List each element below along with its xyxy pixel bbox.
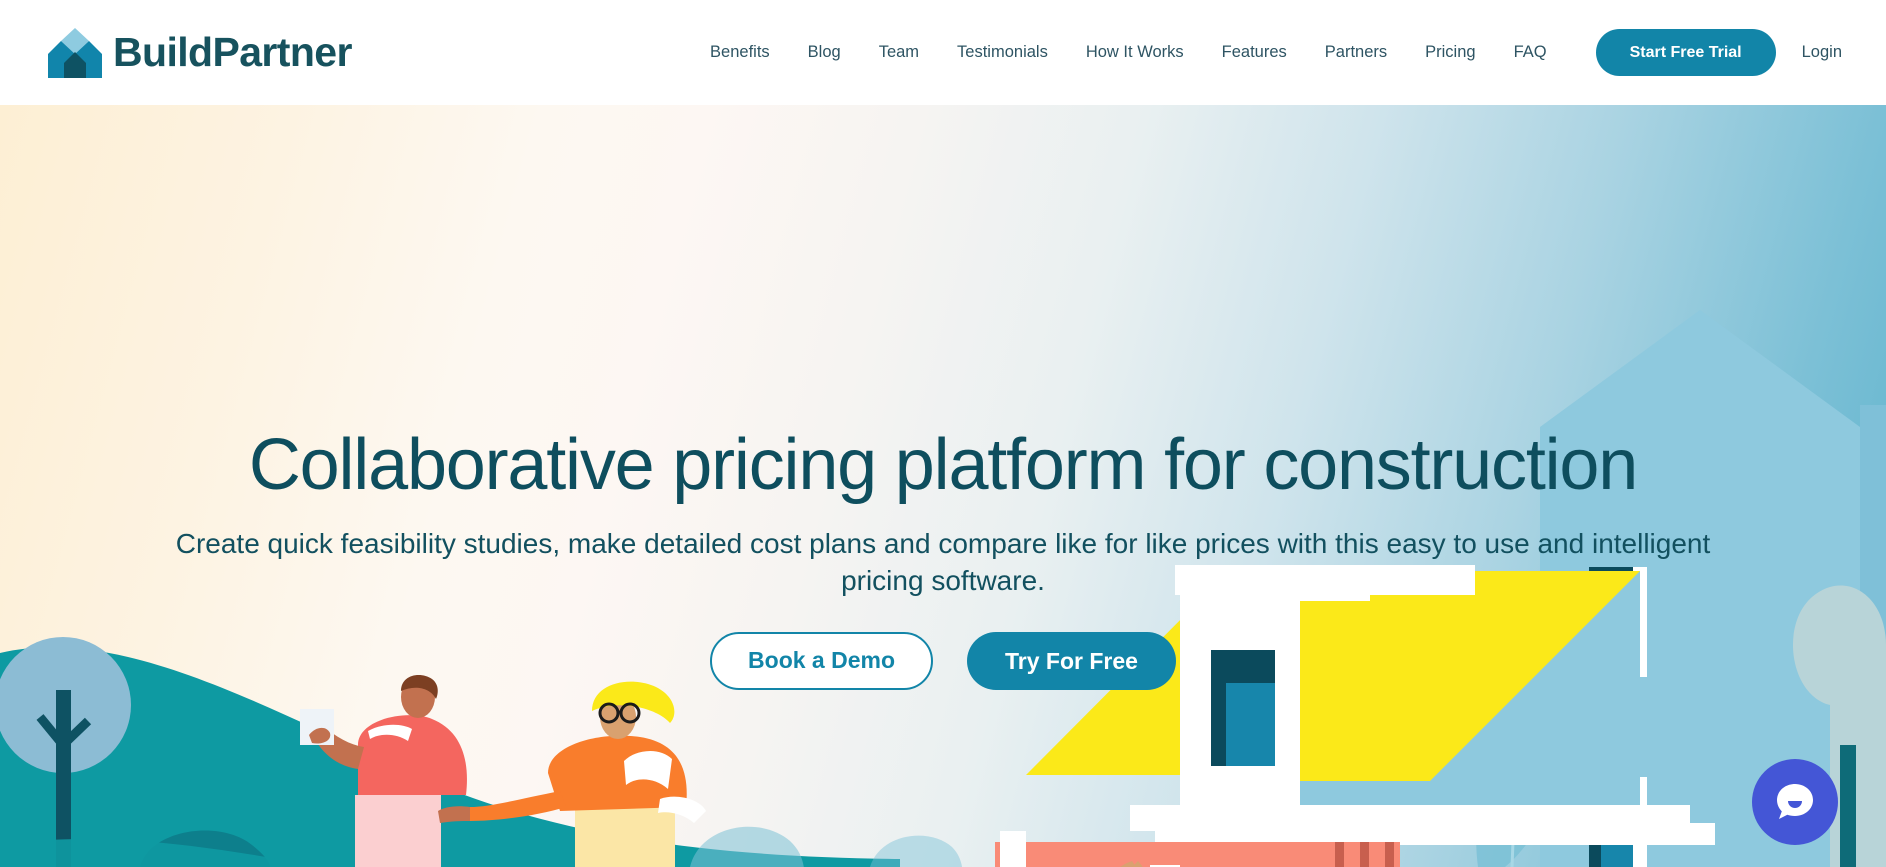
nav-testimonials[interactable]: Testimonials [938,43,1067,62]
site-header: BuildPartner Benefits Blog Team Testimon… [0,0,1886,105]
start-free-trial-button[interactable]: Start Free Trial [1595,29,1776,76]
nav-blog[interactable]: Blog [789,43,860,62]
nav-benefits[interactable]: Benefits [691,43,789,62]
nav-faq[interactable]: FAQ [1495,43,1566,62]
nav-how-it-works[interactable]: How It Works [1067,43,1203,62]
hero-subtitle: Create quick feasibility studies, make d… [175,527,1711,597]
try-for-free-button[interactable]: Try For Free [967,631,1176,690]
login-link[interactable]: Login [1802,43,1842,62]
hero-section: Collaborative pricing platform for const… [0,105,1886,867]
hero-cta-group: Book a Demo Try For Free [0,631,1886,690]
house-logo-icon [48,27,102,78]
page-title: Collaborative pricing platform for const… [248,425,1638,505]
main-navigation: Benefits Blog Team Testimonials How It W… [691,29,1842,76]
nav-partners[interactable]: Partners [1306,43,1406,62]
logo[interactable]: BuildPartner [48,27,352,78]
nav-pricing[interactable]: Pricing [1406,43,1494,62]
book-a-demo-button[interactable]: Book a Demo [710,631,934,690]
nav-features[interactable]: Features [1203,43,1306,62]
chat-widget-button[interactable] [1752,759,1838,845]
nav-team[interactable]: Team [860,43,938,62]
hero-copy: Collaborative pricing platform for const… [0,105,1886,690]
chat-bubble-icon [1777,784,1813,819]
logo-text: BuildPartner [113,29,352,75]
